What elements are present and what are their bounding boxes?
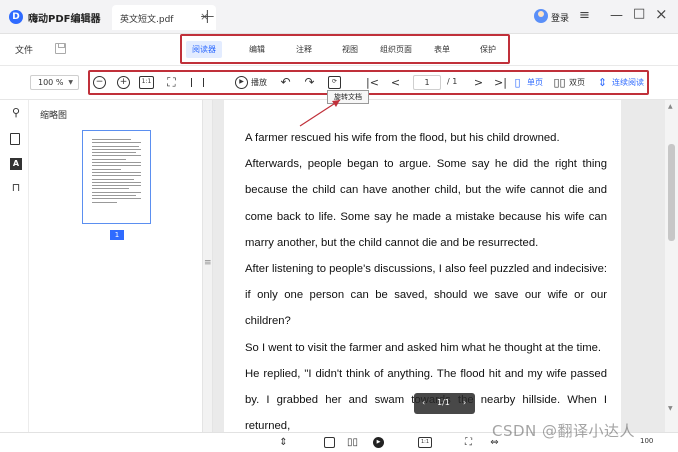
annotation-arrow <box>299 99 341 127</box>
watermark: CSDN @翻译小达人 <box>492 422 636 440</box>
